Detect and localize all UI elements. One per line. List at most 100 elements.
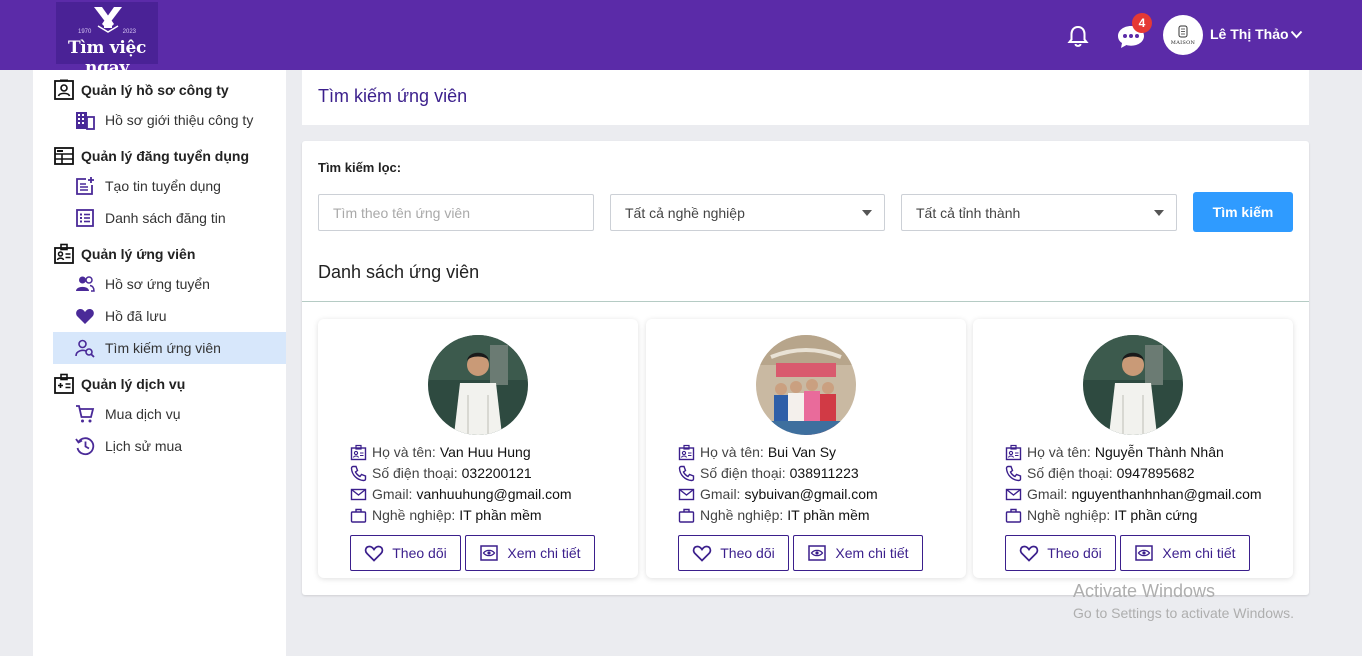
sidebar-item-label: Hồ sơ ứng tuyển [105,276,210,292]
sidebar-item-label: Hồ sơ giới thiệu công ty [105,112,254,128]
search-button[interactable]: Tìm kiếm [1193,192,1293,232]
detail-label: Xem chi tiết [1162,545,1236,561]
candidate-phone: 032200121 [461,465,532,481]
mail-icon [1005,488,1022,500]
candidate-photo [756,335,856,435]
sidebar-item-purchase-history[interactable]: Lịch sử mua [53,430,286,462]
candidate-email: nguyenthanhnhan@gmail.com [1071,486,1262,502]
caret-down-icon [862,210,872,216]
view-detail-button[interactable]: Xem chi tiết [793,535,923,571]
badge-icon [678,444,695,460]
caret-down-icon [1154,210,1164,216]
phone-icon [678,465,695,481]
sidebar-item-label: Hồ đã lưu [105,308,167,324]
watermark-subtitle: Go to Settings to activate Windows. [1073,605,1294,621]
heart-icon [76,309,94,324]
name-label: Họ và tên: [1027,444,1091,460]
logo-years: 1970 2023 [78,29,136,35]
activation-watermark: Activate Windows Go to Settings to activ… [1073,581,1294,621]
phone-label: Số điện thoại: [372,465,458,481]
candidate-name: Nguyễn Thành Nhân [1094,444,1224,460]
email-label: Gmail: [372,486,413,502]
job-label: Nghề nghiệp: [372,507,456,523]
candidate-name-search-input[interactable]: Tìm theo tên ứng viên [318,194,594,231]
site-logo[interactable]: 1970 2023 Tìm việc ngay [56,2,158,78]
candidate-name: Van Huu Hung [439,444,531,460]
candidate-job: IT phần mềm [459,507,542,523]
email-label: Gmail: [1027,486,1068,502]
page-title-card: Tìm kiếm ứng viên [302,70,1309,125]
detail-label: Xem chi tiết [835,545,909,561]
candidate-job: IT phần cứng [1114,507,1198,523]
sidebar-group-jobs[interactable]: Quản lý đăng tuyển dụng [53,145,249,167]
phone-label: Số điện thoại: [1027,465,1113,481]
candidate-job-row: Nghề nghiệp: IT phần mềm [350,505,542,525]
candidate-email-row: Gmail: nguyenthanhnhan@gmail.com [1005,484,1262,504]
follow-label: Theo dõi [392,545,447,561]
sidebar-item-label: Tạo tin tuyển dụng [105,178,221,194]
sidebar-item-saved[interactable]: Hồ đã lưu [53,300,286,332]
logo-year-left: 1970 [78,29,92,35]
username[interactable]: Lê Thị Thảo [1210,26,1289,42]
candidate-list-title: Danh sách ứng viên [318,262,480,282]
user-avatar[interactable]: MAISON [1163,15,1203,55]
mail-icon [678,488,695,500]
sidebar-item-create-post[interactable]: Tạo tin tuyển dụng [53,170,286,202]
email-label: Gmail: [700,486,741,502]
candidate-card: Họ và tên: Nguyễn Thành Nhân Số điện thoạ… [973,319,1293,578]
heart-outline-icon [693,545,712,562]
cart-icon [76,405,95,423]
avatar-text: MAISON [1170,39,1196,46]
eye-icon [1135,545,1154,561]
sidebar-item-buy-service[interactable]: Mua dịch vụ [53,398,286,430]
user-search-icon [75,339,95,358]
view-detail-button[interactable]: Xem chi tiết [1120,535,1250,571]
history-icon [75,437,95,456]
sidebar-group-candidates[interactable]: Quản lý ứng viên [53,243,195,265]
logo-year-right: 2023 [122,29,136,35]
dashboard-icon [54,147,74,165]
sidebar-group-company[interactable]: Quản lý hồ sơ công ty [53,79,229,101]
sidebar-item-label: Danh sách đăng tin [105,210,226,226]
bell-icon[interactable] [1067,24,1089,48]
sidebar-group-label: Quản lý dịch vụ [81,376,186,392]
candidate-name-row: Họ và tên: Nguyễn Thành Nhân [1005,442,1224,462]
candidate-card: Họ và tên: Bui Van Sy Số điện thoại: 03891… [646,319,966,578]
post-add-icon [76,177,94,195]
candidate-name-row: Họ và tên: Van Huu Hung [350,442,531,462]
province-select[interactable]: Tất cả tỉnh thành [901,194,1177,231]
candidate-photo [1083,335,1183,435]
follow-button[interactable]: Theo dõi [678,535,789,571]
candidate-phone-row: Số điện thoại: 038911223 [678,463,859,483]
sidebar-item-company-profile[interactable]: Hồ sơ giới thiệu công ty [53,104,286,136]
heart-outline-icon [1020,545,1039,562]
chevron-down-icon[interactable] [1290,30,1303,39]
briefcase-icon [1005,508,1022,523]
sidebar-item-post-list[interactable]: Danh sách đăng tin [53,202,286,234]
maison-crest-icon [1178,25,1188,37]
service-icon [54,373,74,394]
badge-icon [1005,444,1022,460]
list-icon [76,209,94,227]
badge-icon [54,243,74,264]
follow-button[interactable]: Theo dõi [350,535,461,571]
sidebar-item-search-candidates[interactable]: Tìm kiếm ứng viên [53,332,286,364]
candidate-photo [428,335,528,435]
candidate-phone: 038911223 [789,465,859,481]
follow-label: Theo dõi [1047,545,1102,561]
watermark-title: Activate Windows [1073,581,1216,601]
view-detail-button[interactable]: Xem chi tiết [465,535,595,571]
users-icon [76,276,95,292]
search-panel: Tìm kiếm lọc: Tìm theo tên ứng viên Tất … [302,141,1309,595]
follow-button[interactable]: Theo dõi [1005,535,1116,571]
occupation-select-value: Tất cả nghề nghiệp [625,204,745,221]
sidebar-item-applications[interactable]: Hồ sơ ứng tuyển [53,268,286,300]
occupation-select[interactable]: Tất cả nghề nghiệp [610,194,885,231]
page-title: Tìm kiếm ứng viên [318,86,468,106]
detail-label: Xem chi tiết [507,545,581,561]
candidate-job: IT phần mềm [787,507,870,523]
sidebar-item-label: Tìm kiếm ứng viên [105,340,221,356]
sidebar-group-services[interactable]: Quản lý dịch vụ [53,373,185,395]
eye-icon [480,545,499,561]
candidate-phone-row: Số điện thoại: 0947895682 [1005,463,1195,483]
